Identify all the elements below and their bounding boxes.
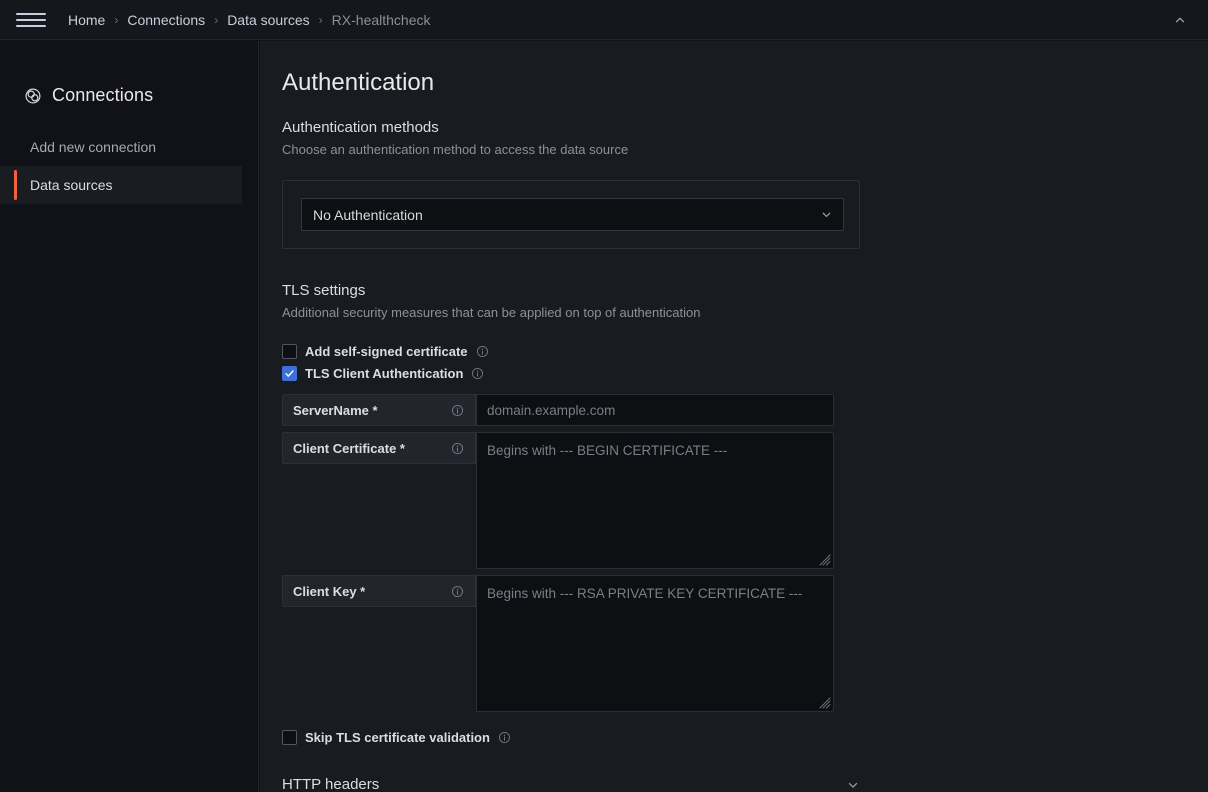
info-icon[interactable] — [471, 367, 484, 380]
info-icon[interactable] — [451, 585, 464, 598]
http-headers-toggle[interactable]: HTTP headers — [282, 776, 860, 792]
http-headers-section: HTTP headers Pass along additional conte… — [260, 776, 1208, 792]
sidebar-item-label: Add new connection — [30, 139, 157, 155]
top-navigation-bar: Home › Connections › Data sources › RX-h… — [0, 0, 1208, 40]
breadcrumb-item-data-sources[interactable]: Data sources — [227, 12, 309, 28]
info-icon[interactable] — [451, 404, 464, 417]
breadcrumb-item-home[interactable]: Home — [68, 12, 105, 28]
checkmark-icon — [285, 369, 294, 377]
sidebar-item-data-sources[interactable]: Data sources — [0, 166, 242, 204]
tls-settings-description: Additional security measures that can be… — [282, 305, 701, 320]
client-key-label: Client Key * — [293, 583, 366, 599]
tls-client-authentication-checkbox[interactable] — [282, 365, 297, 381]
http-headers-heading: HTTP headers — [282, 776, 380, 792]
breadcrumb-separator: › — [214, 12, 219, 27]
servername-label-block: ServerName * — [282, 394, 476, 426]
grafana-datasource-settings-page: Home › Connections › Data sources › RX-h… — [0, 0, 1208, 792]
breadcrumb-item-connections[interactable]: Connections — [127, 12, 205, 28]
self-signed-certificate-checkbox[interactable] — [282, 343, 297, 359]
sidebar: Connections Add new connection Data sour… — [0, 41, 259, 792]
client-key-textarea[interactable]: Begins with --- RSA PRIVATE KEY CERTIFIC… — [476, 575, 834, 712]
auth-methods-description: Choose an authentication method to acces… — [282, 142, 629, 157]
tls-client-fields: ServerName * domain.example.com Client C… — [282, 394, 1208, 712]
auth-method-select[interactable]: No Authentication — [301, 198, 844, 231]
sidebar-item-add-new-connection[interactable]: Add new connection — [0, 128, 258, 166]
auth-method-selected-value: No Authentication — [313, 206, 423, 223]
tls-client-authentication-label: TLS Client Authentication — [305, 365, 464, 381]
sidebar-item-label: Data sources — [30, 177, 113, 193]
auth-method-card: No Authentication — [282, 180, 860, 249]
skip-tls-validation-checkbox[interactable] — [282, 729, 297, 745]
field-row-servername: ServerName * domain.example.com — [282, 394, 1208, 426]
resize-handle-icon[interactable] — [819, 554, 831, 566]
hamburger-menu-icon[interactable] — [14, 0, 48, 40]
client-key-label-block: Client Key * — [282, 575, 476, 607]
tls-settings-heading: TLS settings — [282, 282, 366, 299]
chevron-up-icon — [1175, 17, 1185, 23]
sidebar-title: Connections — [24, 85, 258, 106]
hamburger-bar — [16, 24, 46, 27]
breadcrumb-separator: › — [318, 12, 323, 27]
info-icon[interactable] — [498, 731, 511, 744]
hamburger-bar — [16, 12, 46, 15]
chevron-down-icon — [822, 212, 831, 217]
checkbox-row-skip-tls-validation[interactable]: Skip TLS certificate validation — [282, 726, 1208, 748]
field-row-client-certificate: Client Certificate * Begins with --- BEG… — [282, 432, 1208, 569]
page-title: Authentication — [282, 69, 435, 96]
breadcrumb-separator: › — [114, 12, 119, 27]
breadcrumb: Home › Connections › Data sources › RX-h… — [68, 0, 431, 40]
servername-label: ServerName * — [293, 402, 378, 418]
hamburger-bar — [16, 18, 46, 21]
client-certificate-textarea[interactable]: Begins with --- BEGIN CERTIFICATE --- — [476, 432, 834, 569]
info-icon[interactable] — [451, 442, 464, 455]
field-row-client-key: Client Key * Begins with --- RSA PRIVATE… — [282, 575, 1208, 712]
client-key-placeholder: Begins with --- RSA PRIVATE KEY CERTIFIC… — [487, 586, 803, 601]
collapse-toolbar-button[interactable] — [1160, 0, 1200, 40]
main-content: Authentication Authentication methods Ch… — [260, 41, 1208, 792]
self-signed-certificate-label: Add self-signed certificate — [305, 343, 468, 359]
info-icon[interactable] — [476, 345, 489, 358]
client-certificate-label: Client Certificate * — [293, 440, 405, 456]
chevron-down-icon[interactable] — [846, 778, 860, 792]
sidebar-title-label: Connections — [52, 85, 154, 105]
client-certificate-label-block: Client Certificate * — [282, 432, 476, 464]
checkbox-row-self-signed-certificate[interactable]: Add self-signed certificate — [282, 340, 1208, 362]
skip-tls-validation-label: Skip TLS certificate validation — [305, 729, 490, 745]
breadcrumb-item-current: RX-healthcheck — [331, 11, 431, 28]
checkbox-row-tls-client-authentication[interactable]: TLS Client Authentication — [282, 362, 1208, 384]
auth-methods-heading: Authentication methods — [282, 119, 439, 136]
resize-handle-icon[interactable] — [819, 697, 831, 709]
client-certificate-placeholder: Begins with --- BEGIN CERTIFICATE --- — [487, 443, 728, 458]
connections-icon — [25, 88, 41, 103]
servername-input[interactable]: domain.example.com — [476, 394, 834, 426]
